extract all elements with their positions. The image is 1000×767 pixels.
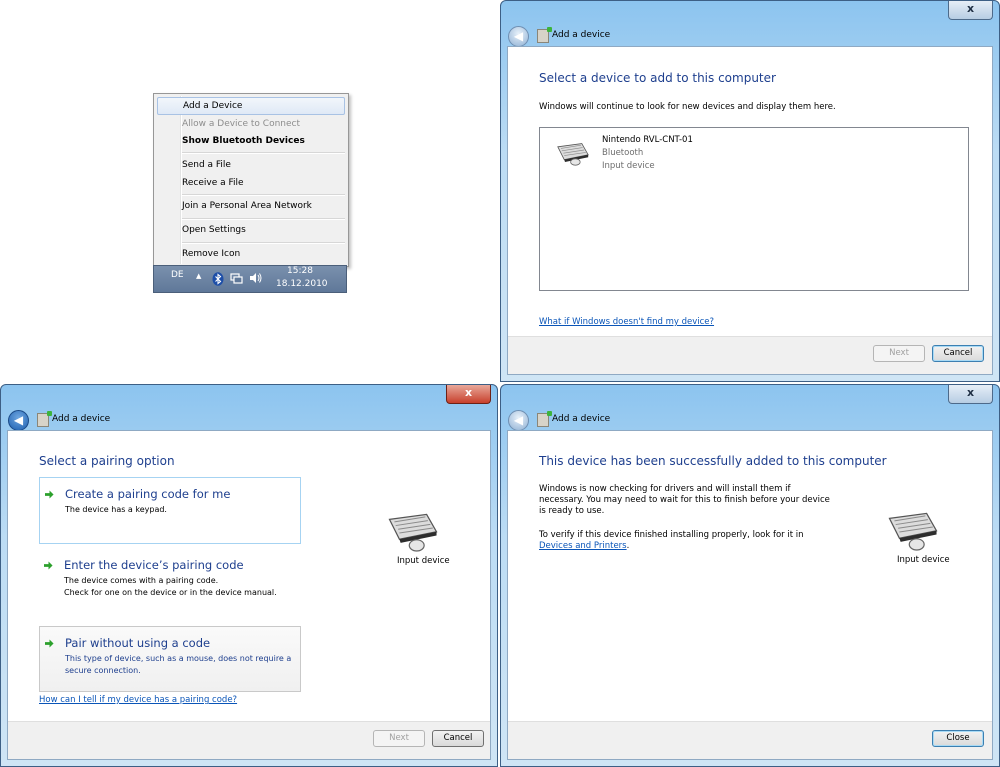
- back-arrow-icon: ◀: [508, 26, 529, 47]
- option-description-line2: Check for one on the device or in the de…: [64, 588, 277, 597]
- devices-and-printers-link[interactable]: Devices and Printers: [539, 541, 627, 551]
- window-close-button[interactable]: x: [948, 1, 993, 20]
- window-close-button[interactable]: x: [446, 385, 491, 404]
- menu-separator: [182, 242, 345, 244]
- help-link-pairing-code[interactable]: How can I tell if my device has a pairin…: [39, 695, 237, 706]
- back-arrow-icon[interactable]: ◀: [8, 410, 29, 431]
- wizard-footer: Next Cancel: [8, 721, 490, 759]
- clock-date[interactable]: 18.12.2010: [276, 279, 328, 289]
- taskbar-notification-area: DE ▲ 15:28 18.12.2010: [153, 265, 347, 293]
- search-status-text: Windows will continue to look for new de…: [539, 102, 836, 112]
- option-description-line2: secure connection.: [65, 666, 141, 675]
- green-arrow-icon: [45, 490, 54, 499]
- devices-and-printers-line: Devices and Printers.: [539, 541, 629, 552]
- next-button[interactable]: Next: [373, 730, 425, 747]
- option-description: This type of device, such as a mouse, do…: [65, 654, 292, 663]
- option-title: Create a pairing code for me: [65, 487, 231, 501]
- driver-install-text-line2: necessary. You may need to wait for this…: [539, 495, 830, 505]
- option-pair-without-code[interactable]: Pair without using a code This type of d…: [39, 626, 301, 692]
- wizard-footer: Close: [508, 721, 992, 759]
- language-indicator[interactable]: DE: [171, 270, 184, 280]
- add-device-window-select-device: x ◀ Add a device Select a device to add …: [500, 0, 1000, 382]
- menu-separator: [182, 218, 345, 220]
- driver-install-text-line3: is ready to use.: [539, 506, 605, 516]
- close-button[interactable]: Close: [932, 730, 984, 747]
- option-title: Enter the device’s pairing code: [64, 558, 244, 572]
- driver-install-text-line1: Windows is now checking for drivers and …: [539, 484, 791, 494]
- verify-text: To verify if this device finished instal…: [539, 530, 804, 540]
- menu-item-show-bluetooth-devices[interactable]: Show Bluetooth Devices: [157, 132, 345, 150]
- menu-item-remove-icon[interactable]: Remove Icon: [157, 245, 345, 263]
- menu-item-open-settings[interactable]: Open Settings: [157, 221, 345, 239]
- wizard-footer: Next Cancel: [508, 336, 992, 374]
- add-device-window-success: x ◀ Add a device This device has been su…: [500, 384, 1000, 767]
- device-item[interactable]: Nintendo RVL-CNT-01 Bluetooth Input devi…: [546, 134, 706, 176]
- device-name: Nintendo RVL-CNT-01: [602, 135, 693, 145]
- bluetooth-icon[interactable]: [212, 272, 224, 289]
- device-list[interactable]: Nintendo RVL-CNT-01 Bluetooth Input devi…: [539, 127, 969, 291]
- wizard-content-area: Select a device to add to this computer …: [507, 46, 993, 375]
- option-create-pairing-code[interactable]: Create a pairing code for me The device …: [39, 477, 301, 544]
- cancel-button[interactable]: Cancel: [432, 730, 484, 747]
- window-title: Add a device: [52, 414, 111, 424]
- device-category: Input device: [602, 161, 655, 171]
- add-device-icon: [37, 411, 52, 427]
- green-arrow-icon: [45, 639, 54, 648]
- green-arrow-icon: [44, 561, 53, 570]
- device-type-label: Input device: [897, 555, 950, 565]
- volume-icon[interactable]: [249, 272, 262, 287]
- window-title: Add a device: [552, 414, 611, 424]
- menu-item-send-a-file[interactable]: Send a File: [157, 156, 345, 174]
- network-icon[interactable]: [230, 273, 243, 288]
- keyboard-mouse-icon: [557, 143, 589, 166]
- wizard-content-area: Select a pairing option Create a pairing…: [7, 430, 491, 760]
- page-heading: This device has been successfully added …: [539, 454, 887, 468]
- menu-separator: [182, 194, 345, 196]
- link-period: .: [626, 541, 630, 551]
- menu-item-add-a-device[interactable]: Add a Device: [157, 97, 345, 115]
- add-device-icon: [537, 27, 552, 43]
- bluetooth-context-menu: Add a Device Allow a Device to Connect S…: [153, 93, 349, 267]
- page-heading: Select a device to add to this computer: [539, 71, 776, 85]
- menu-separator: [182, 152, 345, 154]
- page-heading: Select a pairing option: [39, 454, 175, 468]
- back-arrow-icon: ◀: [508, 410, 529, 431]
- keyboard-mouse-icon: [388, 513, 438, 552]
- clock-time[interactable]: 15:28: [287, 266, 313, 276]
- option-description: The device comes with a pairing code.: [64, 576, 219, 585]
- add-device-icon: [537, 411, 552, 427]
- device-type-label: Input device: [397, 556, 450, 566]
- window-title: Add a device: [552, 30, 611, 40]
- help-link-device-not-found[interactable]: What if Windows doesn't find my device?: [539, 317, 714, 328]
- option-description: The device has a keypad.: [65, 505, 167, 514]
- wizard-content-area: This device has been successfully added …: [507, 430, 993, 760]
- show-hidden-icons-arrow-icon[interactable]: ▲: [196, 272, 201, 280]
- option-enter-device-pairing-code[interactable]: Enter the device’s pairing code The devi…: [39, 555, 301, 615]
- cancel-button[interactable]: Cancel: [932, 345, 984, 362]
- next-button[interactable]: Next: [873, 345, 925, 362]
- menu-item-join-personal-area-network[interactable]: Join a Personal Area Network: [157, 197, 345, 215]
- menu-item-allow-device-to-connect: Allow a Device to Connect: [182, 119, 301, 129]
- option-title: Pair without using a code: [65, 636, 211, 650]
- menu-item-receive-a-file[interactable]: Receive a File: [157, 174, 345, 192]
- device-connection-type: Bluetooth: [602, 148, 644, 158]
- keyboard-mouse-icon: [888, 512, 938, 551]
- add-device-window-pairing-option: x ◀ Add a device Select a pairing option…: [0, 384, 498, 767]
- window-close-button[interactable]: x: [948, 385, 993, 404]
